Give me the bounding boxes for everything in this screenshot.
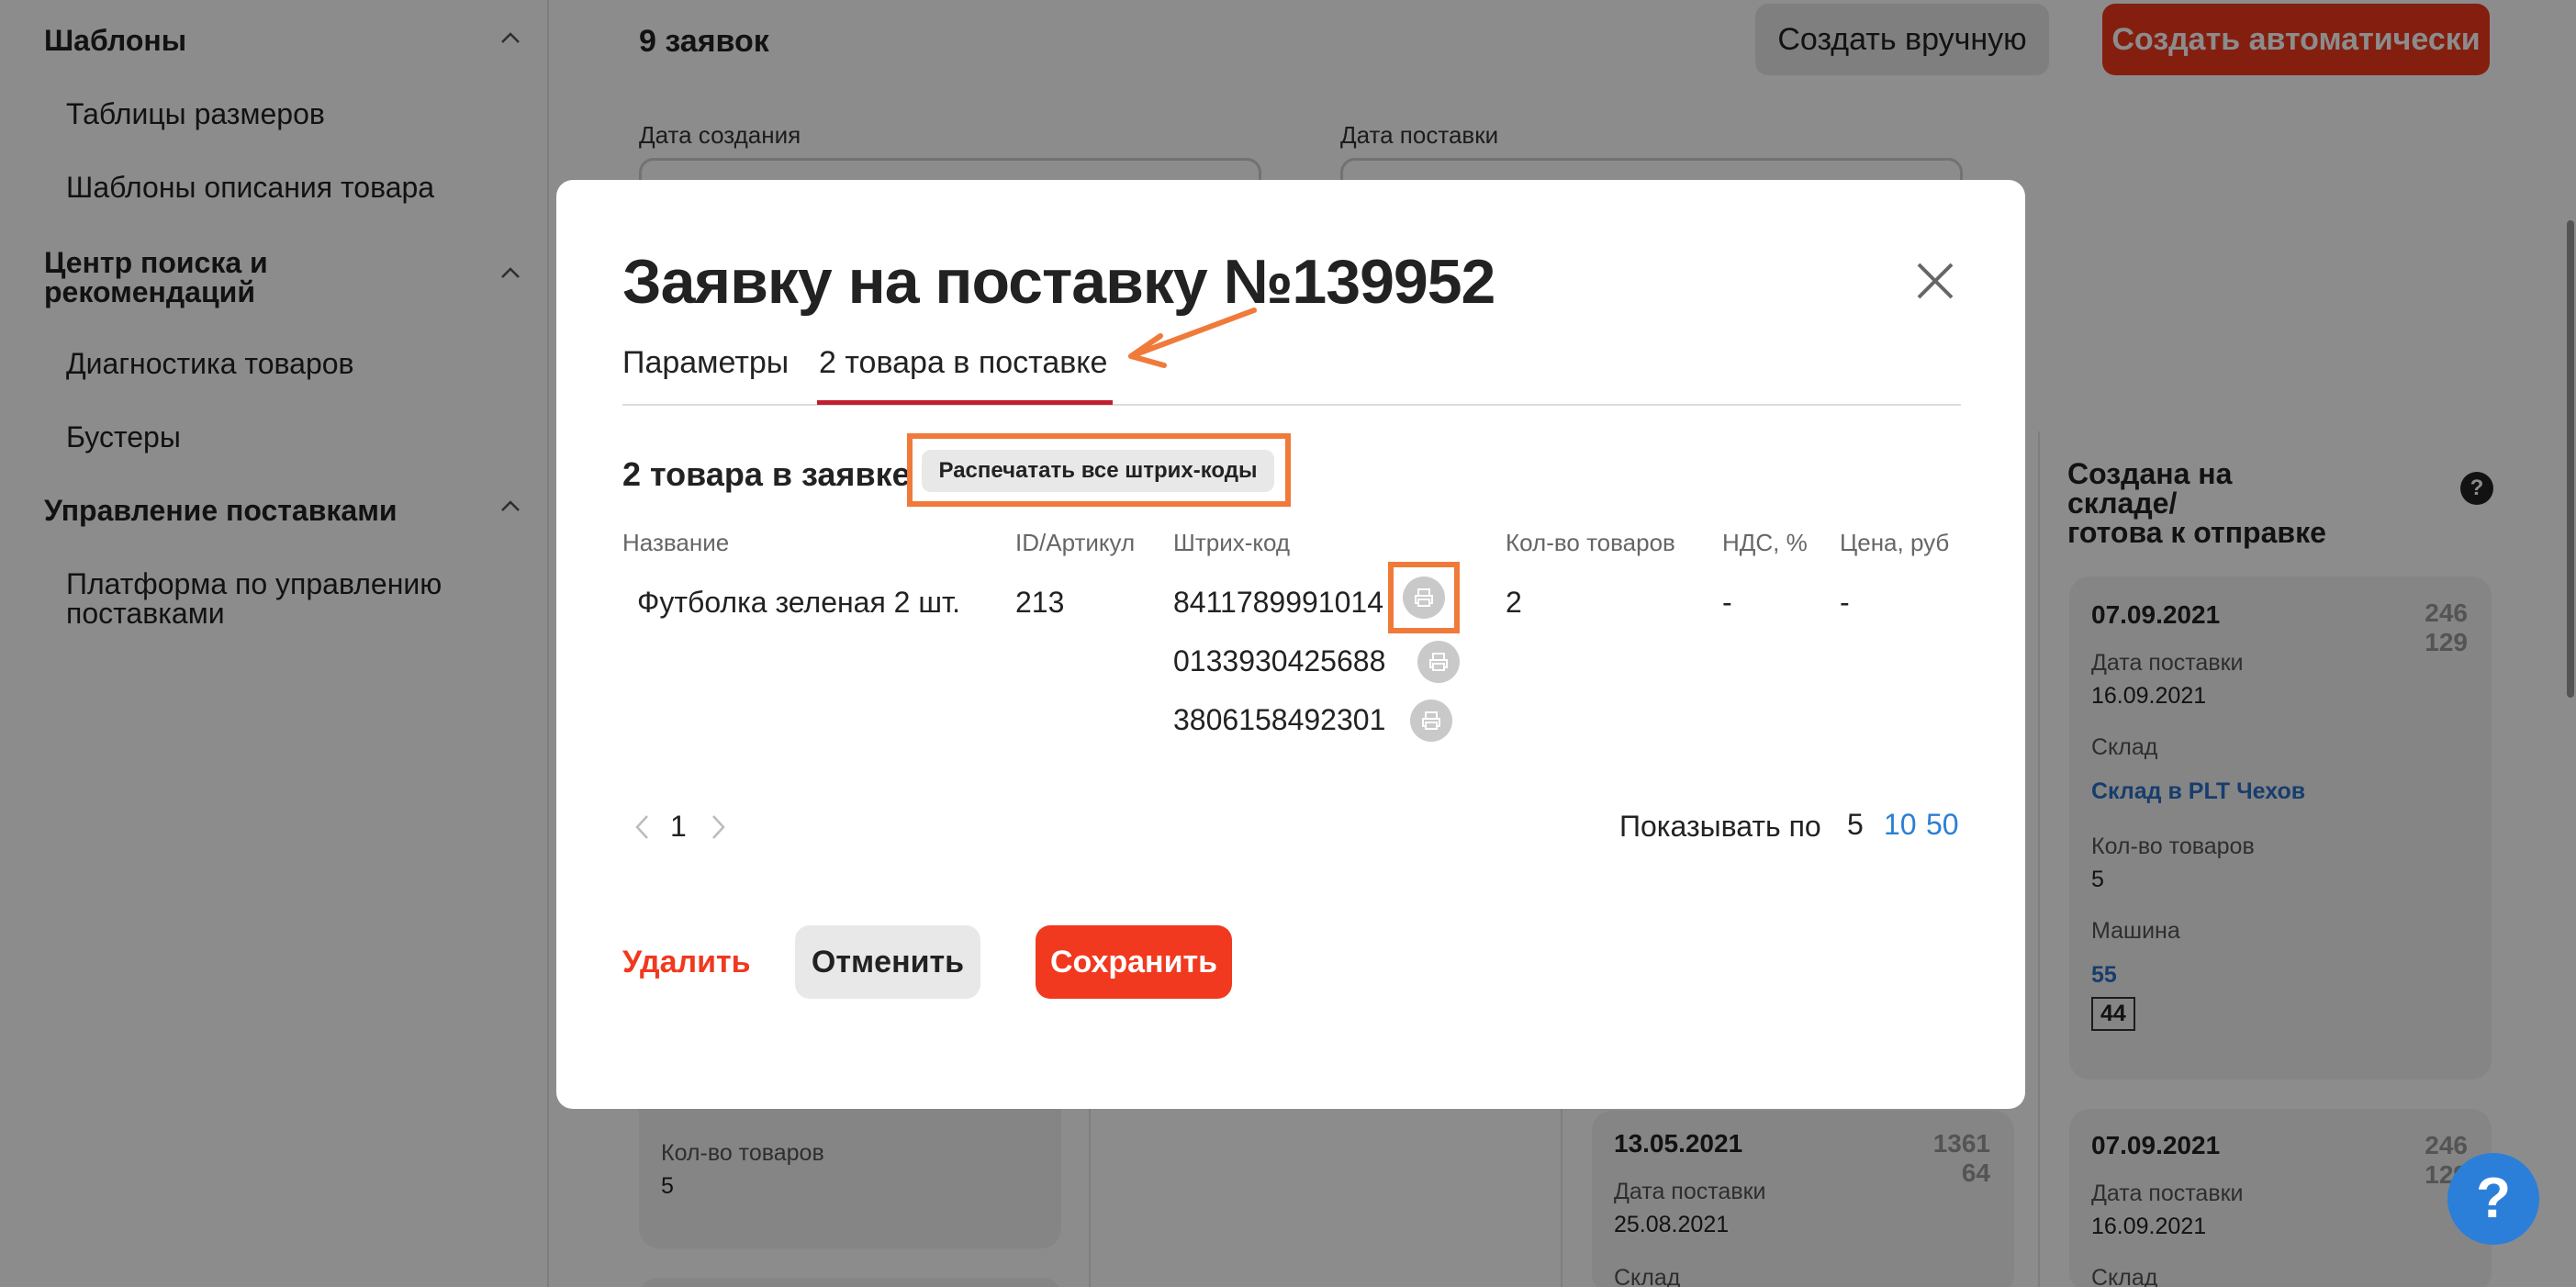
show-per-label: Показывать по <box>1619 810 1821 843</box>
printer-icon <box>1429 653 1448 671</box>
chevron-right-icon[interactable] <box>707 813 729 841</box>
column-header-id: ID/Артикул <box>1015 529 1136 556</box>
column-header-name: Название <box>622 529 730 556</box>
print-all-highlight: Распечатать все штрих-коды <box>907 433 1291 507</box>
row-name: Футболка зеленая 2 шт. <box>637 586 961 619</box>
row-id: 213 <box>1015 586 1065 619</box>
show-per-option-10[interactable]: 10 <box>1884 808 1917 842</box>
column-header-vat: НДС, % <box>1722 529 1808 556</box>
row-price: - <box>1840 586 1850 619</box>
save-button[interactable]: Сохранить <box>1036 925 1232 999</box>
print-barcode-button[interactable] <box>1410 699 1452 742</box>
printer-icon <box>1422 711 1440 730</box>
print-all-barcodes-button[interactable]: Распечатать все штрих-коды <box>922 450 1274 492</box>
arrow-annotation-icon <box>1128 308 1257 368</box>
tab-items-in-supply[interactable]: 2 товара в поставке <box>819 345 1107 381</box>
column-header-price: Цена, руб <box>1840 529 1950 556</box>
tab-active-indicator <box>817 400 1113 405</box>
print-barcode-button[interactable] <box>1403 576 1445 619</box>
show-per-option-50[interactable]: 50 <box>1926 808 1959 842</box>
pagination-page[interactable]: 1 <box>670 810 687 844</box>
section-title: 2 товара в заявке <box>622 455 911 493</box>
column-header-qty: Кол-во товаров <box>1506 529 1675 556</box>
row-barcode: 3806158492301 <box>1173 703 1386 736</box>
print-barcode-button[interactable] <box>1417 641 1460 683</box>
row-qty: 2 <box>1506 586 1522 619</box>
supply-request-modal: Заявку на поставку №139952 Параметры 2 т… <box>556 180 2025 1109</box>
delete-button[interactable]: Удалить <box>622 925 751 999</box>
row-barcode: 8411789991014 <box>1173 586 1383 619</box>
row-barcode: 0133930425688 <box>1173 644 1386 677</box>
chevron-left-icon[interactable] <box>632 813 654 841</box>
printer-icon <box>1415 588 1433 607</box>
row-vat: - <box>1722 586 1732 619</box>
cancel-button[interactable]: Отменить <box>795 925 980 999</box>
tab-parameters[interactable]: Параметры <box>622 345 789 381</box>
close-icon[interactable] <box>1915 261 1955 301</box>
show-per-option-5[interactable]: 5 <box>1847 808 1864 842</box>
help-fab-button[interactable]: ? <box>2447 1153 2539 1245</box>
modal-title: Заявку на поставку №139952 <box>622 247 1495 317</box>
column-header-barcode: Штрих-код <box>1173 529 1291 556</box>
